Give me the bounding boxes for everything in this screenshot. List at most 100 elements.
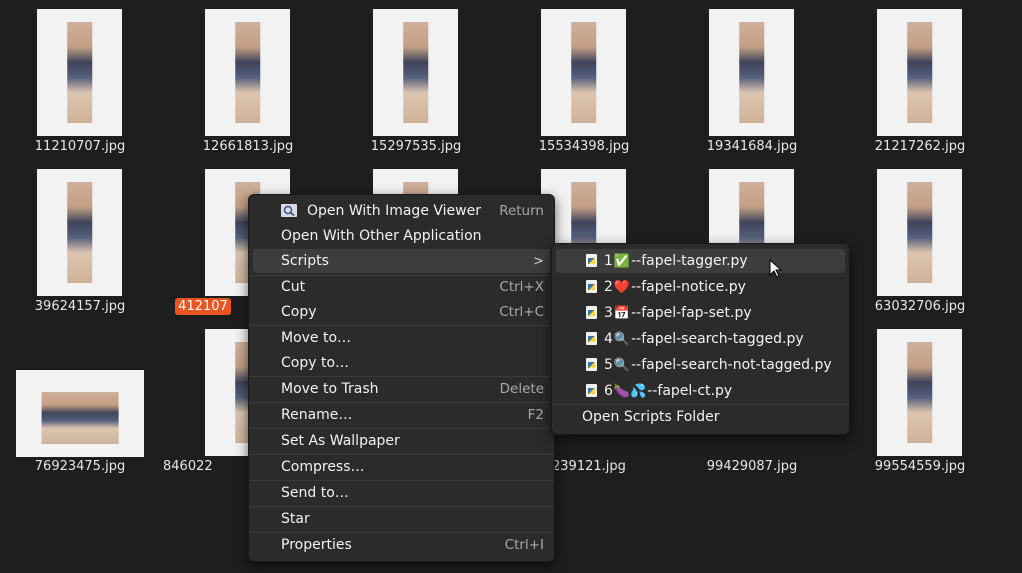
file-item[interactable]: 19341684.jpg xyxy=(672,0,832,160)
accelerator: Ctrl+C xyxy=(499,304,544,320)
script-name: --fapel-ct.py xyxy=(647,383,733,399)
file-item[interactable]: 12661813.jpg xyxy=(168,0,328,160)
menu-item-scripts[interactable]: Scripts > xyxy=(253,249,550,273)
menu-item-move-to-trash[interactable]: Move to Trash Delete xyxy=(253,377,550,401)
menu-item-label: Rename… xyxy=(281,407,353,423)
menu-item-send-to[interactable]: Send to… xyxy=(253,481,550,505)
thumbnail xyxy=(877,169,962,296)
menu-item-compress[interactable]: Compress… xyxy=(253,455,550,479)
menu-item-open-scripts-folder[interactable]: Open Scripts Folder xyxy=(556,405,845,429)
script-item-search-tagged[interactable]: 4 🔍 --fapel-search-tagged.py xyxy=(556,327,845,351)
file-item[interactable]: 99554559.jpg xyxy=(840,320,1000,480)
script-item-fap-set[interactable]: 3 📅 --fapel-fap-set.py xyxy=(556,301,845,325)
calendar-emoji-icon: 📅 xyxy=(613,305,631,321)
file-name: 99554559.jpg xyxy=(874,459,966,474)
script-name: --fapel-fap-set.py xyxy=(631,305,752,321)
menu-item-open-with-image-viewer[interactable]: Open With Image Viewer Return xyxy=(253,199,550,223)
file-item[interactable]: 15534398.jpg xyxy=(504,0,664,160)
menu-item-label: Open With Image Viewer xyxy=(307,203,481,219)
menu-item-label: Move to Trash xyxy=(281,381,379,397)
script-item-tagger[interactable]: 1 ✅ --fapel-tagger.py xyxy=(556,249,845,273)
file-name: 15297535.jpg xyxy=(370,139,462,154)
menu-item-rename[interactable]: Rename… F2 xyxy=(253,403,550,427)
menu-item-label: Set As Wallpaper xyxy=(281,433,400,449)
eggplant-droplets-emoji-icon: 🍆💦 xyxy=(613,383,647,399)
script-prefix: 5 xyxy=(604,357,613,373)
menu-item-label: Properties xyxy=(281,537,352,553)
thumbnail xyxy=(16,370,144,457)
thumbnail xyxy=(373,9,458,136)
file-name: 19341684.jpg xyxy=(706,139,798,154)
menu-item-star[interactable]: Star xyxy=(253,507,550,531)
python-file-icon xyxy=(586,280,597,293)
menu-item-label: Move to… xyxy=(281,330,352,346)
accelerator: Delete xyxy=(499,381,544,397)
check-emoji-icon: ✅ xyxy=(613,253,631,269)
thumbnail xyxy=(709,9,794,136)
menu-item-label: Open Scripts Folder xyxy=(582,409,720,425)
magnifier-emoji-icon: 🔍 xyxy=(613,331,631,347)
thumbnail xyxy=(37,169,122,296)
menu-item-cut[interactable]: Cut Ctrl+X xyxy=(253,275,550,299)
file-name: 21217262.jpg xyxy=(874,139,966,154)
magnifier-icon xyxy=(281,204,297,217)
menu-item-label: Star xyxy=(281,511,310,527)
file-name: 15534398.jpg xyxy=(538,139,630,154)
menu-item-set-as-wallpaper[interactable]: Set As Wallpaper xyxy=(253,429,550,453)
selected-file-label: 412107 xyxy=(175,298,231,315)
python-file-icon xyxy=(586,332,597,345)
script-prefix: 3 xyxy=(604,305,613,321)
menu-item-label: Copy xyxy=(281,304,317,320)
menu-item-label: Open With Other Application xyxy=(281,228,482,244)
thumbnail xyxy=(205,9,290,136)
accelerator: Return xyxy=(499,203,544,219)
file-name: 12661813.jpg xyxy=(202,139,294,154)
file-item[interactable]: 21217262.jpg xyxy=(840,0,1000,160)
thumbnail xyxy=(877,329,962,456)
script-prefix: 4 xyxy=(604,331,613,347)
file-item[interactable]: 63032706.jpg xyxy=(840,160,1000,320)
thumbnail xyxy=(541,9,626,136)
menu-item-open-with-other[interactable]: Open With Other Application xyxy=(253,224,550,248)
file-name: 11210707.jpg xyxy=(34,139,126,154)
script-prefix: 1 xyxy=(604,253,613,269)
script-name: --fapel-notice.py xyxy=(631,279,746,295)
file-item[interactable]: 76923475.jpg xyxy=(0,320,160,480)
script-item-ct[interactable]: 6 🍆💦 --fapel-ct.py xyxy=(556,379,845,403)
file-name: 63032706.jpg xyxy=(874,299,966,314)
thumbnail xyxy=(37,9,122,136)
python-file-icon xyxy=(586,358,597,371)
menu-item-label: Send to… xyxy=(281,485,349,501)
python-file-icon xyxy=(586,384,597,397)
python-file-icon xyxy=(586,306,597,319)
menu-item-copy[interactable]: Copy Ctrl+C xyxy=(253,300,550,324)
accelerator: Ctrl+X xyxy=(499,279,544,295)
file-item[interactable]: 11210707.jpg xyxy=(0,0,160,160)
script-name: --fapel-tagger.py xyxy=(631,253,748,269)
script-item-notice[interactable]: 2 ❤️ --fapel-notice.py xyxy=(556,275,845,299)
menu-item-move-to[interactable]: Move to… xyxy=(253,326,550,350)
file-name: 76923475.jpg xyxy=(34,459,126,474)
menu-item-label: Compress… xyxy=(281,459,365,475)
magnifier-emoji-icon: 🔍 xyxy=(613,357,631,373)
file-item[interactable]: 39624157.jpg xyxy=(0,160,160,320)
script-prefix: 2 xyxy=(604,279,613,295)
menu-item-properties[interactable]: Properties Ctrl+I xyxy=(253,533,550,557)
menu-item-label: Scripts xyxy=(281,253,329,269)
scripts-submenu: 1 ✅ --fapel-tagger.py 2 ❤️ --fapel-notice.py… xyxy=(551,243,850,435)
menu-item-label: Copy to… xyxy=(281,355,350,371)
script-prefix: 6 xyxy=(604,383,613,399)
chevron-right-icon: > xyxy=(533,253,544,269)
heart-emoji-icon: ❤️ xyxy=(613,279,631,295)
script-name: --fapel-search-tagged.py xyxy=(631,331,804,347)
script-item-search-not-tagged[interactable]: 5 🔍 --fapel-search-not-tagged.py xyxy=(556,353,845,377)
menu-item-label: Cut xyxy=(281,279,306,295)
menu-item-copy-to[interactable]: Copy to… xyxy=(253,351,550,375)
accelerator: Ctrl+I xyxy=(504,537,544,553)
accelerator: F2 xyxy=(527,407,544,423)
python-file-icon xyxy=(586,254,597,267)
script-name: --fapel-search-not-tagged.py xyxy=(631,357,832,373)
thumbnail xyxy=(877,9,962,136)
file-name: 99429087.jpg xyxy=(706,459,798,474)
file-item[interactable]: 15297535.jpg xyxy=(336,0,496,160)
